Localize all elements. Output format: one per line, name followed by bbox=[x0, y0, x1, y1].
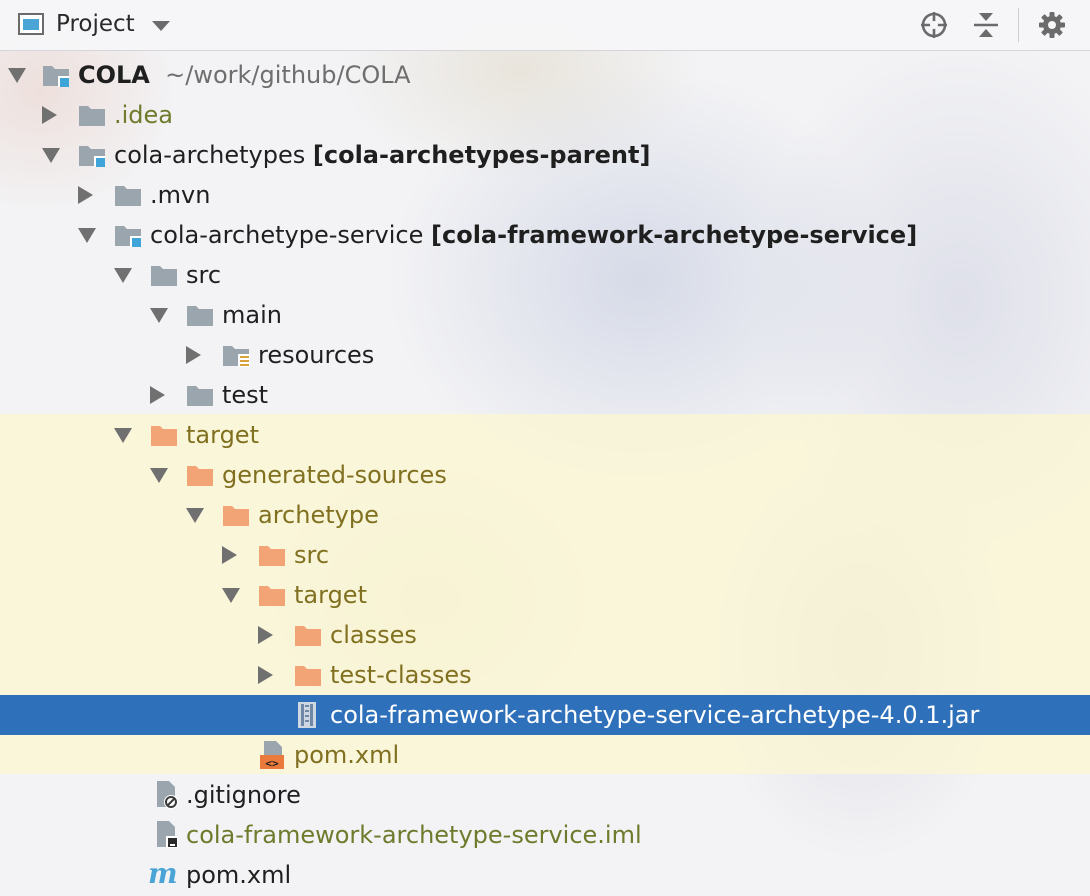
collapse-arrow-icon[interactable] bbox=[222, 546, 237, 564]
collapse-arrow-icon[interactable] bbox=[150, 386, 165, 404]
tree-row-archetype-pom[interactable]: <> pom.xml bbox=[0, 735, 1090, 775]
expand-arrow-icon[interactable] bbox=[114, 268, 132, 283]
excluded-folder-icon bbox=[258, 543, 286, 567]
expand-arrow-icon[interactable] bbox=[150, 308, 168, 323]
excluded-folder-icon bbox=[294, 663, 322, 687]
collapse-all-icon[interactable] bbox=[970, 9, 1002, 41]
tree-label-iml: cola-framework-archetype-service.iml bbox=[186, 821, 642, 849]
tree-label-target: target bbox=[186, 421, 259, 449]
tree-row-target[interactable]: target bbox=[0, 415, 1090, 455]
folder-icon bbox=[78, 103, 106, 127]
module-folder-icon bbox=[42, 63, 70, 87]
tree-label-gitignore: .gitignore bbox=[186, 781, 301, 809]
project-tree: COLA ~/work/github/COLA .idea cola-arche… bbox=[0, 55, 1090, 895]
locate-icon[interactable] bbox=[918, 9, 950, 41]
tree-label-test-classes: test-classes bbox=[330, 661, 472, 689]
project-view-title[interactable]: Project bbox=[56, 11, 135, 37]
excluded-folder-icon bbox=[186, 463, 214, 487]
expand-arrow-icon[interactable] bbox=[114, 428, 132, 443]
dropdown-caret-icon[interactable] bbox=[152, 21, 170, 31]
folder-icon bbox=[186, 303, 214, 327]
tree-label-cola: COLA bbox=[78, 61, 150, 89]
collapse-arrow-icon[interactable] bbox=[258, 626, 273, 644]
toolbar-separator bbox=[1018, 8, 1019, 42]
expand-arrow-icon[interactable] bbox=[42, 148, 60, 163]
tree-label-archetype-pom: pom.xml bbox=[294, 741, 400, 769]
tree-label-main: main bbox=[222, 301, 282, 329]
tree-label-pom: pom.xml bbox=[186, 861, 292, 889]
tree-label-cola-archetype-service: cola-archetype-service bbox=[150, 221, 424, 249]
tree-label-test: test bbox=[222, 381, 269, 409]
tree-label-archetypes-module: [cola-archetypes-parent] bbox=[312, 141, 651, 169]
folder-icon bbox=[150, 263, 178, 287]
excluded-folder-icon bbox=[258, 583, 286, 607]
tree-row-generated-sources[interactable]: generated-sources bbox=[0, 455, 1090, 495]
tree-row-cola-archetype-service[interactable]: cola-archetype-service [cola-framework-a… bbox=[0, 215, 1090, 255]
tree-label-service-module: [cola-framework-archetype-service] bbox=[431, 221, 918, 249]
xml-file-icon: <> bbox=[260, 741, 284, 770]
tree-label-archetype-target: target bbox=[294, 581, 367, 609]
collapse-arrow-icon[interactable] bbox=[78, 186, 93, 204]
tree-row-archetype-target[interactable]: target bbox=[0, 575, 1090, 615]
module-folder-icon bbox=[78, 143, 106, 167]
tree-label-generated-sources: generated-sources bbox=[222, 461, 447, 489]
expand-arrow-icon[interactable] bbox=[150, 468, 168, 483]
tree-row-test-classes[interactable]: test-classes bbox=[0, 655, 1090, 695]
jar-file-icon bbox=[298, 702, 316, 728]
tree-row-src[interactable]: src bbox=[0, 255, 1090, 295]
tree-label-jar: cola-framework-archetype-service-archety… bbox=[330, 701, 980, 729]
tree-row-gitignore[interactable]: .gitignore bbox=[0, 775, 1090, 815]
iml-file-icon bbox=[157, 821, 178, 848]
folder-icon bbox=[186, 383, 214, 407]
project-view-icon[interactable] bbox=[18, 13, 44, 35]
tree-label-resources: resources bbox=[258, 341, 375, 369]
tree-row-archetype-src[interactable]: src bbox=[0, 535, 1090, 575]
tree-label-cola-path: ~/work/github/COLA bbox=[165, 61, 411, 89]
tree-row-iml[interactable]: cola-framework-archetype-service.iml bbox=[0, 815, 1090, 855]
tree-label-archetype: archetype bbox=[258, 501, 379, 529]
tree-row-cola-archetypes[interactable]: cola-archetypes [cola-archetypes-parent] bbox=[0, 135, 1090, 175]
tree-row-jar[interactable]: cola-framework-archetype-service-archety… bbox=[0, 695, 1090, 735]
module-folder-icon bbox=[114, 223, 142, 247]
maven-icon: m bbox=[148, 857, 178, 890]
resources-folder-icon bbox=[222, 343, 250, 367]
collapse-arrow-icon[interactable] bbox=[258, 666, 273, 684]
expand-arrow-icon[interactable] bbox=[8, 68, 26, 83]
ignore-file-icon bbox=[157, 781, 178, 809]
excluded-folder-icon bbox=[222, 503, 250, 527]
tree-label-classes: classes bbox=[330, 621, 417, 649]
expand-arrow-icon[interactable] bbox=[78, 228, 96, 243]
settings-gear-icon[interactable] bbox=[1036, 9, 1068, 41]
tree-row-pom[interactable]: m pom.xml bbox=[0, 855, 1090, 895]
expand-arrow-icon[interactable] bbox=[222, 588, 240, 603]
tree-label-idea: .idea bbox=[114, 101, 174, 129]
expand-arrow-icon[interactable] bbox=[186, 508, 204, 523]
tree-label-src: src bbox=[186, 261, 222, 289]
tree-row-mvn[interactable]: .mvn bbox=[0, 175, 1090, 215]
tree-row-archetype[interactable]: archetype bbox=[0, 495, 1090, 535]
excluded-folder-icon bbox=[150, 423, 178, 447]
folder-icon bbox=[114, 183, 142, 207]
tree-row-test[interactable]: test bbox=[0, 375, 1090, 415]
svg-text:<>: <> bbox=[265, 757, 279, 770]
tree-row-classes[interactable]: classes bbox=[0, 615, 1090, 655]
tree-row-resources[interactable]: resources bbox=[0, 335, 1090, 375]
tree-label-archetype-src: src bbox=[294, 541, 330, 569]
project-toolbar: Project bbox=[0, 0, 1090, 51]
collapse-arrow-icon[interactable] bbox=[42, 106, 57, 124]
tree-label-cola-archetypes: cola-archetypes bbox=[114, 141, 306, 169]
tree-row-idea[interactable]: .idea bbox=[0, 95, 1090, 135]
tree-row-cola-root[interactable]: COLA ~/work/github/COLA bbox=[0, 55, 1090, 95]
collapse-arrow-icon[interactable] bbox=[186, 346, 201, 364]
excluded-folder-icon bbox=[294, 623, 322, 647]
tree-label-mvn: .mvn bbox=[150, 181, 211, 209]
tree-row-main[interactable]: main bbox=[0, 295, 1090, 335]
